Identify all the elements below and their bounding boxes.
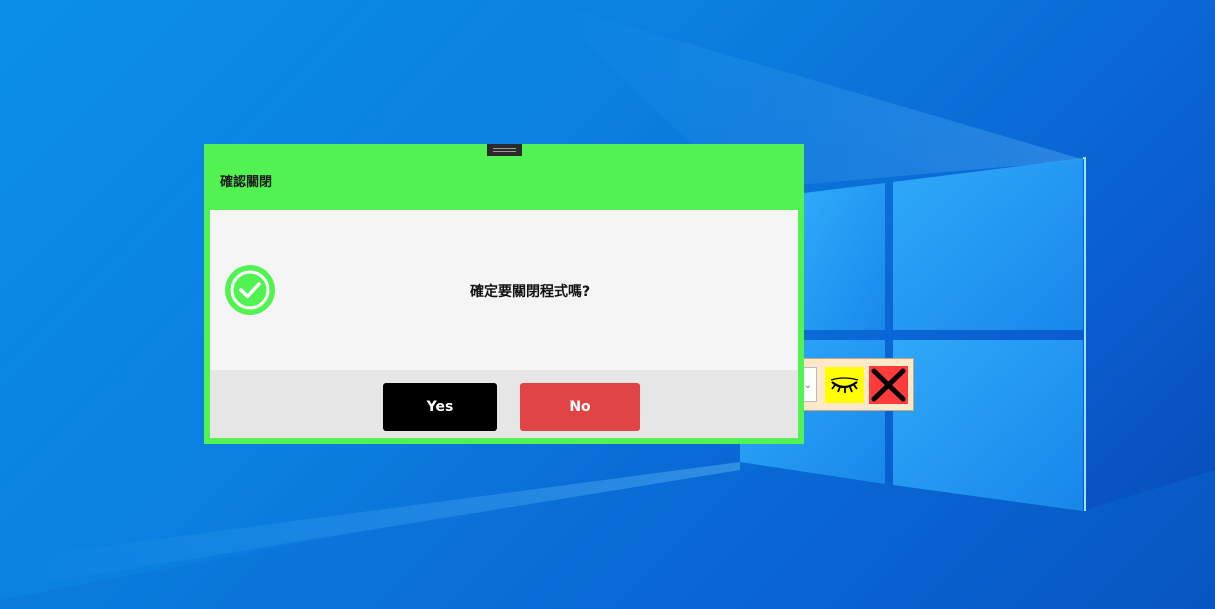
toggle-visibility-button[interactable] (825, 367, 864, 403)
yes-button[interactable]: Yes (383, 383, 497, 431)
closed-eye-icon (830, 377, 859, 393)
confirm-close-dialog: 確認關閉 確定要關閉程式嗎? Yes No (204, 144, 804, 444)
dialog-title: 確認關閉 (220, 175, 273, 190)
check-circle-icon (225, 265, 275, 315)
close-x-icon (871, 368, 906, 402)
dialog-body: 確定要關閉程式嗎? (210, 210, 798, 370)
drag-handle[interactable] (487, 144, 522, 156)
dialog-footer: Yes No (210, 370, 798, 438)
desktop-background: ⌄ 確認關閉 確定要關閉程式嗎? Yes No (0, 0, 1215, 609)
no-button[interactable]: No (520, 383, 640, 431)
toolbar-close-button[interactable] (869, 366, 908, 404)
dialog-message: 確定要關閉程式嗎? (470, 284, 591, 300)
